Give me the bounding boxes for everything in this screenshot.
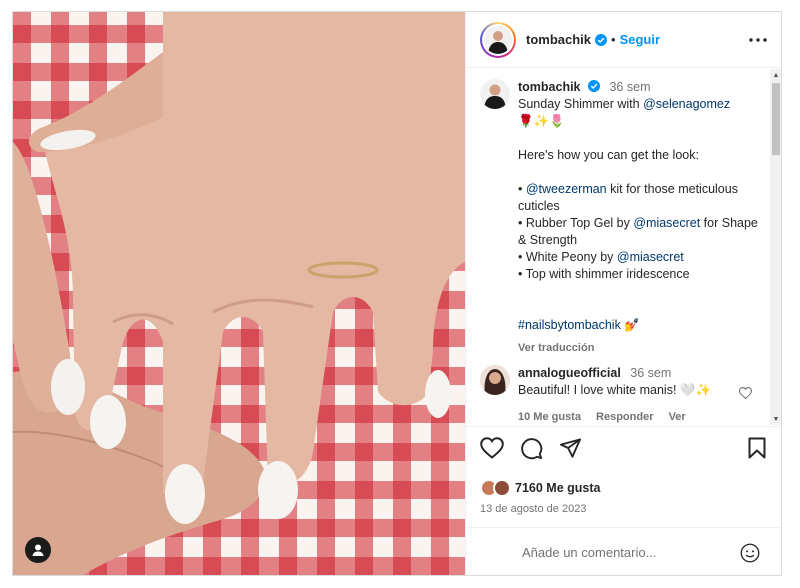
comments-section[interactable]: tombachik 36 sem Sunday Shimmer with @se… [466,69,781,425]
liker-avatar [493,479,511,497]
comment-time: 36 sem [630,366,672,380]
nail-polish-icon: 💅 [624,318,640,332]
comment-icon[interactable] [520,437,543,460]
caption-emojis: 🌹✨🌷 [518,114,565,128]
comments-scrollbar[interactable]: ▲ ▼ [770,69,781,425]
comment-text: Beautiful! I love white manis! 🤍✨ [518,383,712,397]
add-comment-bar [466,527,781,575]
scroll-up-arrow-icon[interactable]: ▲ [770,69,781,81]
header-username[interactable]: tombachik [526,32,591,47]
avatar [484,25,512,54]
comment-likes[interactable]: 10 Me gusta [518,411,581,423]
follow-button[interactable]: Seguir [620,32,660,47]
post-header: tombachik • Seguir [466,12,781,68]
caption-intro: Here's how you can get the look: [518,148,699,162]
mention-tweezerman[interactable]: @tweezerman [526,182,607,196]
emoji-icon[interactable] [740,543,760,563]
share-icon[interactable] [559,437,582,459]
add-comment-input[interactable] [522,545,732,560]
bookmark-icon[interactable] [748,437,766,459]
post-actions: 7160 Me gusta 13 de agosto de 2023 [466,426,781,575]
more-icon[interactable] [748,30,768,50]
mention-selenagomez[interactable]: @selenagomez [643,97,730,111]
scroll-down-arrow-icon[interactable]: ▼ [770,413,781,425]
bullet-2-text: • Rubber Top Gel by [518,216,634,230]
post-date: 13 de agosto de 2023 [480,503,587,515]
commenter-username[interactable]: annalogueofficial [518,366,621,380]
caption-time: 36 sem [609,80,651,94]
likes-row[interactable]: 7160 Me gusta [480,479,600,497]
commenter-avatar[interactable] [480,365,510,395]
bullet-4-text: • Top with shimmer iridescence [518,267,690,281]
user-tag-icon[interactable] [25,537,51,563]
verified-icon [588,80,600,92]
bullet-1-prefix: • [518,182,526,196]
caption-avatar[interactable] [480,79,510,109]
reply-button[interactable]: Responder [596,411,653,423]
separator-dot: • [611,32,616,47]
post-photo[interactable] [13,12,465,575]
verified-icon [595,33,608,46]
post-modal: tombachik • Seguir tombachik 36 sem Sund… [12,11,782,576]
hand-illustration [13,12,465,575]
scroll-thumb[interactable] [772,83,780,155]
likes-count[interactable]: 7160 Me gusta [515,481,600,495]
bullet-3-text: • White Peony by [518,250,617,264]
hashtag-link[interactable]: #nailsbytombachik [518,318,621,332]
mention-miasecret-2[interactable]: @miasecret [617,250,684,264]
post-sidebar: tombachik • Seguir tombachik 36 sem Sund… [465,12,781,575]
caption-line1: Sunday Shimmer with [518,97,644,111]
comment-body: annalogueofficial 36 sem Beautiful! I lo… [518,365,738,425]
caption-username[interactable]: tombachik [518,80,581,94]
story-ring[interactable] [480,21,516,58]
caption-text: tombachik 36 sem Sunday Shimmer with @se… [518,79,764,357]
heart-icon[interactable] [480,437,504,459]
comment-item: annalogueofficial 36 sem Beautiful! I lo… [480,365,770,425]
comment-heart-icon[interactable] [739,387,752,399]
mention-miasecret[interactable]: @miasecret [633,216,700,230]
caption: tombachik 36 sem Sunday Shimmer with @se… [480,79,770,357]
caption-translate-link[interactable]: Ver traducción [518,340,764,357]
